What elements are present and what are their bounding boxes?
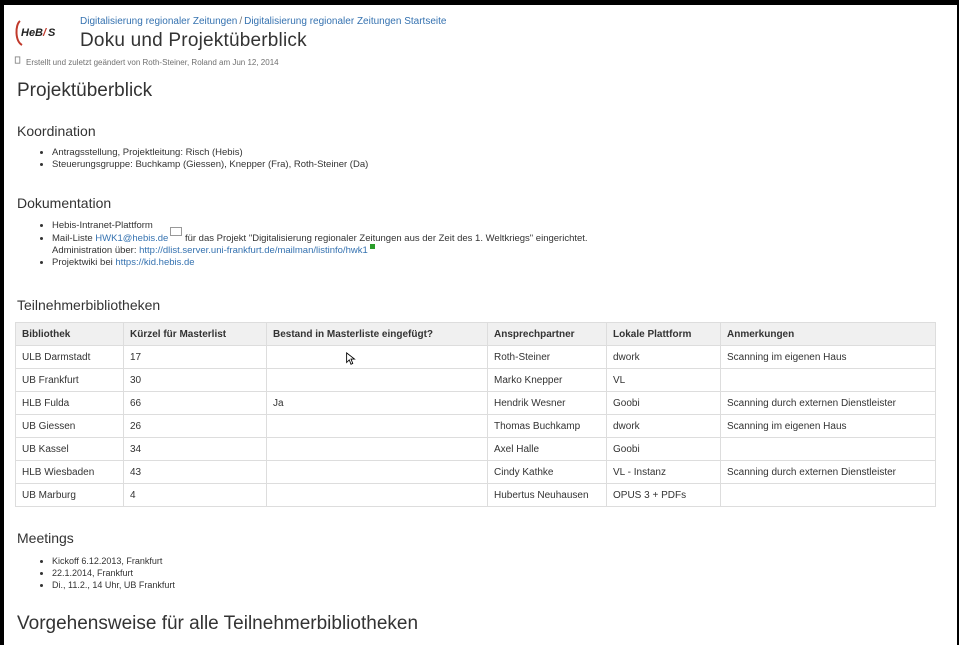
breadcrumb-item-space[interactable]: Digitalisierung regionaler Zeitungen	[80, 16, 237, 27]
table-cell	[720, 483, 936, 507]
column-header[interactable]: Kürzel für Masterlist	[123, 322, 267, 346]
external-link-icon	[369, 244, 375, 249]
table-row: UB Kassel 34 Axel Halle Goobi	[15, 437, 936, 461]
table-cell: Goobi	[606, 437, 721, 461]
svg-text:S: S	[48, 27, 56, 39]
table-cell: Thomas Buchkamp	[487, 414, 607, 438]
admin-label: Administration über:	[52, 245, 140, 256]
table-body: ULB Darmstadt 17 Roth-Steiner dwork Scanning…	[15, 345, 936, 507]
list-item: Mail-Liste HWK1@hebis.de für das Projekt…	[52, 227, 588, 257]
list-item: Di., 11.2., 14 Uhr, UB Frankfurt	[52, 579, 175, 591]
table-row: UB Frankfurt 30 Marko Knepper VL	[15, 368, 936, 392]
text: für das Projekt "Digitalisierung regiona…	[182, 233, 588, 244]
heading-dokumentation: Dokumentation	[17, 195, 112, 211]
admin-link[interactable]: http://dlist.server.uni-frankfurt.de/mai…	[139, 245, 368, 256]
breadcrumb: Digitalisierung regionaler Zeitungen / Dig…	[80, 16, 446, 27]
heading-teilnehmerbibliotheken: Teilnehmerbibliotheken	[17, 297, 161, 313]
table-cell: ULB Darmstadt	[15, 345, 124, 369]
wiki-page: HeB / S Digitalisierung regionaler Zeitu…	[4, 5, 957, 645]
table-cell: Roth-Steiner	[487, 345, 607, 369]
table-cell: 26	[123, 414, 267, 438]
column-header[interactable]: Bibliothek	[15, 322, 124, 346]
metadata-text: Erstellt und zuletzt geändert von Roth-S…	[26, 58, 279, 67]
table-cell: UB Marburg	[15, 483, 124, 507]
page-metadata: Erstellt und zuletzt geändert von Roth-S…	[14, 56, 279, 67]
list-item: Projektwiki bei https://kid.hebis.de	[52, 257, 588, 269]
table-cell: Scanning im eigenen Haus	[720, 414, 936, 438]
table-cell: Scanning durch externen Dienstleister	[720, 391, 936, 415]
table-cell: Ja	[266, 391, 488, 415]
table-cell: Marko Knepper	[487, 368, 607, 392]
table-cell: 34	[123, 437, 267, 461]
table-cell	[720, 437, 936, 461]
participants-table: Bibliothek Kürzel für Masterlist Bestand…	[15, 322, 936, 507]
list-koordination: Antragsstellung, Projektleitung: Risch (…	[38, 147, 368, 171]
breadcrumb-item-home[interactable]: Digitalisierung regionaler Zeitungen Sta…	[244, 16, 446, 27]
table-cell: dwork	[606, 345, 721, 369]
column-header[interactable]: Lokale Plattform	[606, 322, 721, 346]
column-header[interactable]: Bestand in Masterliste eingefügt?	[266, 322, 488, 346]
table-row: HLB Fulda 66 Ja Hendrik Wesner Goobi Scanning…	[15, 391, 936, 415]
breadcrumb-separator: /	[239, 16, 243, 27]
list-item: 22.1.2014, Frankfurt	[52, 567, 175, 579]
table-cell: 30	[123, 368, 267, 392]
table-cell: Scanning im eigenen Haus	[720, 345, 936, 369]
table-cell: HLB Fulda	[15, 391, 124, 415]
table-cell: Scanning durch externen Dienstleister	[720, 460, 936, 484]
heading-meetings: Meetings	[17, 530, 74, 546]
table-cell: 43	[123, 460, 267, 484]
hebis-logo[interactable]: HeB / S	[14, 17, 59, 47]
column-header[interactable]: Anmerkungen	[720, 322, 936, 346]
table-cell: dwork	[606, 414, 721, 438]
table-cell: Cindy Kathke	[487, 460, 607, 484]
table-cell: UB Giessen	[15, 414, 124, 438]
mail-icon	[170, 227, 183, 236]
list-item: Kickoff 6.12.2013, Frankfurt	[52, 555, 175, 567]
list-item: Antragsstellung, Projektleitung: Risch (…	[52, 147, 368, 159]
table-row: UB Giessen 26 Thomas Buchkamp dwork Scanning…	[15, 414, 936, 438]
list-item: Steuerungsgruppe: Buchkamp (Giessen), Kn…	[52, 159, 368, 171]
table-cell: Goobi	[606, 391, 721, 415]
table-cell	[266, 414, 488, 438]
text: Projektwiki bei	[52, 257, 116, 268]
heading-vorgehensweise: Vorgehensweise für alle Teilnehmerbiblio…	[17, 613, 419, 634]
svg-text:HeB: HeB	[21, 27, 43, 39]
table-header-row: Bibliothek Kürzel für Masterlist Bestand…	[15, 322, 936, 346]
table-cell	[266, 460, 488, 484]
table-row: UB Marburg 4 Hubertus Neuhausen OPUS 3 + PD…	[15, 483, 936, 507]
mouse-cursor-icon	[346, 352, 356, 365]
table-cell: HLB Wiesbaden	[15, 460, 124, 484]
table-cell: 17	[123, 345, 267, 369]
table-cell: UB Kassel	[15, 437, 124, 461]
table-cell: Hubertus Neuhausen	[487, 483, 607, 507]
table-cell	[266, 368, 488, 392]
table-cell: Axel Halle	[487, 437, 607, 461]
table-cell	[266, 483, 488, 507]
page-title: Doku und Projektüberblick	[80, 30, 307, 51]
table-cell: Hendrik Wesner	[487, 391, 607, 415]
table-row: ULB Darmstadt 17 Roth-Steiner dwork Scanning…	[15, 345, 936, 369]
wiki-link[interactable]: https://kid.hebis.de	[115, 257, 194, 268]
list-meetings: Kickoff 6.12.2013, Frankfurt 22.1.2014, …	[38, 555, 175, 591]
column-header[interactable]: Ansprechpartner	[487, 322, 607, 346]
table-cell: OPUS 3 + PDFs	[606, 483, 721, 507]
mail-link[interactable]: HWK1@hebis.de	[95, 233, 168, 244]
heading-koordination: Koordination	[17, 123, 96, 139]
table-row: HLB Wiesbaden 43 Cindy Kathke VL - Instanz S…	[15, 460, 936, 484]
text: Mail-Liste	[52, 233, 96, 244]
section-heading-projektueberblick: Projektüberblick	[17, 80, 153, 101]
table-cell: 66	[123, 391, 267, 415]
table-cell	[720, 368, 936, 392]
table-cell: VL - Instanz	[606, 460, 721, 484]
list-item: Hebis-Intranet-Plattform	[52, 220, 588, 232]
list-dokumentation: Hebis-Intranet-Plattform Mail-Liste HWK1…	[38, 220, 588, 269]
table-cell: UB Frankfurt	[15, 368, 124, 392]
table-cell	[266, 345, 488, 369]
table-cell: 4	[123, 483, 267, 507]
table-cell	[266, 437, 488, 461]
page-icon	[14, 56, 21, 64]
table-cell: VL	[606, 368, 721, 392]
